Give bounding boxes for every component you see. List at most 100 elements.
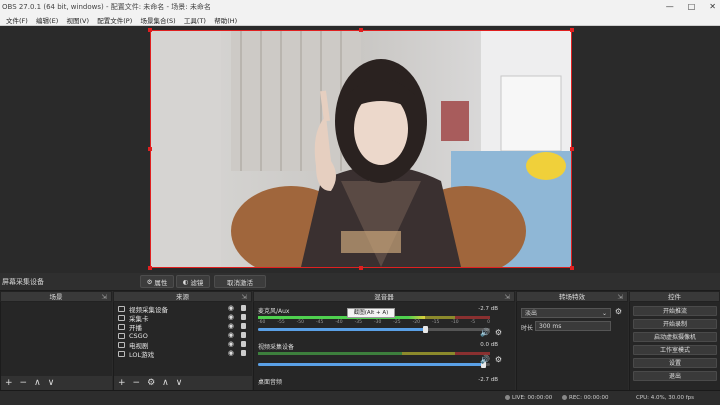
lock-icon[interactable] bbox=[241, 341, 246, 347]
tick-label: -5 bbox=[470, 320, 476, 325]
minimize-button[interactable]: — bbox=[666, 2, 674, 11]
gear-icon[interactable]: ⚙ bbox=[495, 355, 502, 364]
filters-button[interactable]: ◐ 滤镜 bbox=[176, 275, 210, 288]
volume-knob[interactable] bbox=[423, 326, 429, 333]
meter-ticks: -60 -55 -50 -45 -40 -35 -30 -25 -20 -15 … bbox=[258, 320, 490, 325]
exit-button[interactable]: 退出 bbox=[633, 371, 717, 381]
transition-selected: 淡出 bbox=[525, 310, 538, 317]
scenes-toolbar: + − ∧ ∨ bbox=[1, 376, 112, 390]
volume-slider[interactable] bbox=[258, 361, 490, 368]
resize-handle-bl[interactable] bbox=[148, 266, 152, 270]
preview-canvas[interactable] bbox=[150, 30, 572, 268]
lock-icon[interactable] bbox=[241, 314, 246, 320]
menu-tools[interactable]: 工具(T) bbox=[184, 15, 206, 25]
mixer-dock-title: 混音器 bbox=[374, 293, 394, 301]
visibility-eye-icon[interactable]: ◉ bbox=[228, 340, 234, 348]
tick-label: -10 bbox=[451, 320, 459, 325]
mixer-channel-video: 视频采集设备 0.0 dB 🔊 ⚙ bbox=[258, 342, 504, 368]
maximize-button[interactable]: □ bbox=[688, 2, 696, 11]
chevron-down-icon: ⌄ bbox=[601, 310, 607, 317]
studio-mode-button[interactable]: 工作室模式 bbox=[633, 345, 717, 355]
source-toolbar: 屏幕采集设备 ⚙ 属性 ◐ 滤镜 取消激活 bbox=[0, 273, 720, 291]
filter-icon: ◐ bbox=[182, 277, 189, 286]
filters-label: 滤镜 bbox=[190, 278, 204, 287]
transition-select[interactable]: 淡出 ⌄ bbox=[521, 308, 611, 318]
source-item[interactable]: LOL游戏 ◉ bbox=[114, 349, 252, 359]
menu-scene-collection[interactable]: 场景集合(S) bbox=[140, 15, 175, 25]
controls-dock-title: 控件 bbox=[668, 293, 681, 301]
resize-handle-br[interactable] bbox=[570, 266, 574, 270]
live-status: LIVE: 00:00:00 bbox=[505, 395, 552, 401]
gear-icon: ⚙ bbox=[146, 277, 153, 286]
resize-handle-tl[interactable] bbox=[148, 28, 152, 32]
add-scene-button[interactable]: + bbox=[5, 378, 13, 388]
sources-toolbar: + − ⚙ ∧ ∨ bbox=[114, 376, 252, 390]
menu-profile[interactable]: 配置文件(P) bbox=[97, 15, 132, 25]
resize-handle-left[interactable] bbox=[148, 147, 152, 151]
remove-source-button[interactable]: − bbox=[133, 378, 141, 388]
duration-value: 300 ms bbox=[539, 323, 562, 330]
lock-icon[interactable] bbox=[241, 305, 246, 311]
lock-icon[interactable] bbox=[241, 323, 246, 329]
start-virtual-camera-button[interactable]: 启动虚拟摄像机 bbox=[633, 332, 717, 342]
visibility-eye-icon[interactable]: ◉ bbox=[228, 322, 234, 330]
deactivate-button[interactable]: 取消激活 bbox=[214, 275, 266, 288]
meter-fill bbox=[258, 316, 426, 319]
dock-undock-icon[interactable]: ⇲ bbox=[618, 292, 623, 302]
source-item[interactable]: 开播 ◉ bbox=[114, 322, 252, 332]
remove-scene-button[interactable]: − bbox=[20, 378, 28, 388]
dock-undock-icon[interactable]: ⇲ bbox=[102, 292, 107, 302]
menu-view[interactable]: 视图(V) bbox=[66, 15, 89, 25]
move-up-icon[interactable]: ∧ bbox=[34, 378, 41, 388]
dock-undock-icon[interactable]: ⇲ bbox=[505, 292, 510, 302]
speaker-icon[interactable]: 🔊 bbox=[480, 328, 490, 337]
camera-feed-image bbox=[151, 31, 571, 267]
menu-edit[interactable]: 编辑(E) bbox=[36, 15, 58, 25]
visibility-eye-icon[interactable]: ◉ bbox=[228, 331, 234, 339]
channel-name: 视频采集设备 bbox=[258, 344, 295, 351]
menu-help[interactable]: 帮助(H) bbox=[214, 15, 237, 25]
window-title-bar: OBS 27.0.1 (64 bit, windows) - 配置文件: 未命名… bbox=[0, 0, 720, 13]
speaker-icon[interactable]: 🔊 bbox=[480, 355, 490, 364]
add-source-button[interactable]: + bbox=[118, 378, 126, 388]
resize-handle-tr[interactable] bbox=[570, 28, 574, 32]
tick-label: -20 bbox=[412, 320, 420, 325]
source-name: LOL游戏 bbox=[129, 350, 155, 359]
rec-indicator-icon bbox=[562, 395, 567, 400]
move-up-icon[interactable]: ∧ bbox=[162, 378, 169, 388]
resize-handle-top[interactable] bbox=[359, 28, 363, 32]
sources-dock: 视频采集设备 ◉ 采集卡 ◉ 开播 ◉ CSGO ◉ 电视剧 ◉ LOL游戏 ◉… bbox=[113, 302, 252, 390]
properties-button[interactable]: ⚙ 属性 bbox=[140, 275, 174, 288]
start-recording-button[interactable]: 开始录制 bbox=[633, 319, 717, 329]
resize-handle-right[interactable] bbox=[570, 147, 574, 151]
controls-dock: 开始推流 开始录制 启动虚拟摄像机 工作室模式 设置 退出 bbox=[629, 302, 720, 390]
transitions-dock: 淡出 ⌄ ⚙ 时长 300 ms bbox=[516, 302, 628, 390]
start-streaming-button[interactable]: 开始推流 bbox=[633, 306, 717, 316]
visibility-eye-icon[interactable]: ◉ bbox=[228, 349, 234, 357]
media-icon bbox=[118, 341, 125, 348]
move-down-icon[interactable]: ∨ bbox=[176, 378, 183, 388]
menu-file[interactable]: 文件(F) bbox=[6, 15, 28, 25]
duration-label: 时长 bbox=[521, 325, 534, 332]
channel-name: 桌面音频 bbox=[258, 379, 283, 386]
visibility-eye-icon[interactable]: ◉ bbox=[228, 304, 234, 312]
dock-undock-icon[interactable]: ⇲ bbox=[242, 292, 247, 302]
channel-db: -2.7 dB bbox=[478, 377, 498, 383]
visibility-eye-icon[interactable]: ◉ bbox=[228, 313, 234, 321]
resize-handle-bottom[interactable] bbox=[359, 266, 363, 270]
lock-icon[interactable] bbox=[241, 350, 246, 356]
properties-label: 属性 bbox=[154, 278, 168, 287]
duration-input[interactable]: 300 ms bbox=[535, 321, 611, 331]
screenshot-tooltip: 截图(Alt + A) bbox=[347, 308, 395, 318]
transition-settings-gear-icon[interactable]: ⚙ bbox=[615, 307, 622, 316]
rec-status: REC: 00:00:00 bbox=[562, 395, 608, 401]
lock-icon[interactable] bbox=[241, 332, 246, 338]
settings-button[interactable]: 设置 bbox=[633, 358, 717, 368]
volume-slider[interactable] bbox=[258, 326, 490, 333]
source-settings-gear-icon[interactable]: ⚙ bbox=[147, 378, 155, 388]
cpu-status: CPU: 4.0%, 30.00 fps bbox=[636, 395, 695, 401]
close-button[interactable]: ✕ bbox=[709, 2, 716, 11]
move-down-icon[interactable]: ∨ bbox=[48, 378, 55, 388]
tick-label: -30 bbox=[373, 320, 382, 325]
gear-icon[interactable]: ⚙ bbox=[495, 328, 502, 337]
